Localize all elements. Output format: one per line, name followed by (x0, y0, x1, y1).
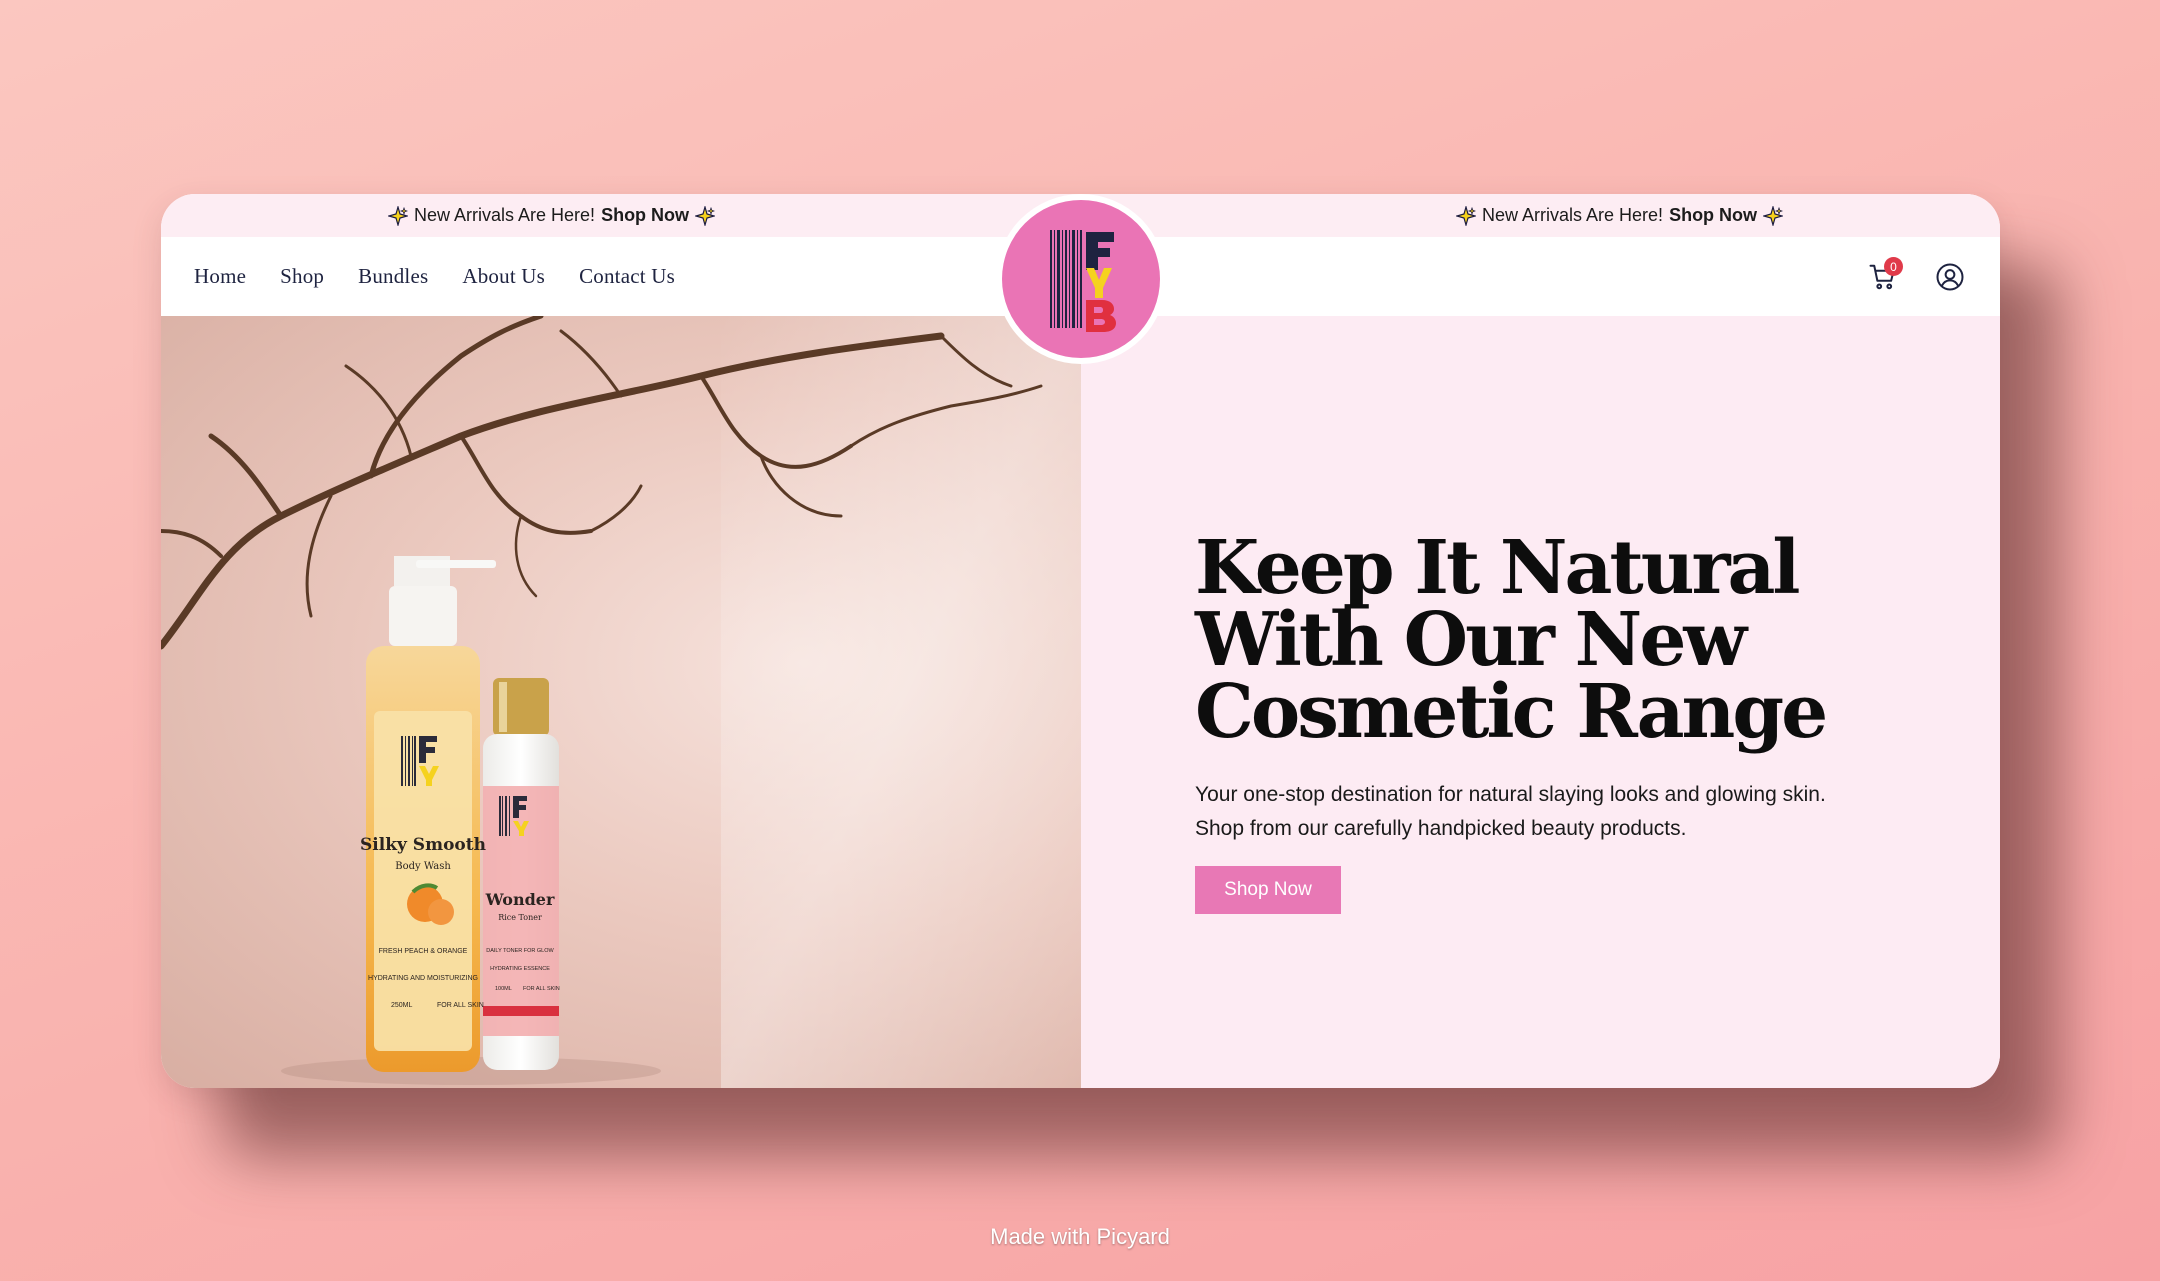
cart-count-badge: 0 (1884, 257, 1903, 276)
sparkle-icon (695, 205, 716, 226)
logo-badge (1002, 200, 1160, 358)
announcement-text: New Arrivals Are Here! (414, 205, 596, 225)
bottle1-note2: HYDRATING AND MOISTURIZING (368, 975, 478, 982)
announcement-shop-link[interactable]: Shop Now (1669, 205, 1757, 226)
bottle1-name: Silky Smooth (360, 835, 486, 855)
bottle1-note1: FRESH PEACH & ORANGE (379, 948, 468, 955)
nav-item-contact-us[interactable]: Contact Us (579, 264, 675, 289)
announcement-left[interactable]: New Arrivals Are Here! Shop Now (388, 205, 716, 226)
nav-item-home[interactable]: Home (194, 264, 246, 289)
bottle2-size: 100ML (495, 986, 512, 992)
sparkle-icon (388, 205, 408, 226)
sparkle-icon (1763, 205, 1784, 226)
cart-button[interactable]: 0 (1861, 255, 1905, 299)
nav-item-shop[interactable]: Shop (280, 264, 324, 289)
announcement-text: New Arrivals Are Here! (1482, 205, 1664, 225)
hero-subtext-line1: Your one-stop destination for natural sl… (1195, 783, 1826, 806)
hero-image: Silky Smooth Body Wash FRESH PEACH & ORA… (161, 316, 1081, 1088)
bottle2-name: Wonder (485, 890, 555, 909)
bottle1-type: Body Wash (395, 861, 451, 872)
hero-subtext-line2: Shop from our carefully handpicked beaut… (1195, 817, 1687, 840)
account-button[interactable] (1928, 255, 1972, 299)
bottle2-note1: DAILY TONER FOR GLOW (486, 948, 554, 954)
brand-logo[interactable] (996, 194, 1166, 364)
announcement-shop-link[interactable]: Shop Now (601, 205, 689, 226)
hero-product-scene: Silky Smooth Body Wash FRESH PEACH & ORA… (161, 316, 1081, 1088)
nav-item-about-us[interactable]: About Us (462, 264, 545, 289)
fyb-logo-mark (1050, 230, 1116, 332)
watermark: Made with Picyard (990, 1224, 1170, 1249)
bottle2-skin: FOR ALL SKIN (523, 986, 560, 992)
bottle1-size: 250ML (391, 1002, 413, 1009)
bottle2-note2: HYDRATING ESSENCE (490, 966, 550, 972)
shop-now-button[interactable]: Shop Now (1195, 866, 1341, 914)
hero-headline: Keep It Natural With Our New Cosmetic Ra… (1195, 525, 1828, 755)
bottle1-skin: FOR ALL SKIN (437, 1002, 484, 1009)
announcement-right[interactable]: New Arrivals Are Here! Shop Now (1456, 205, 1784, 226)
hero-content: Keep It Natural With Our New Cosmetic Ra… (1081, 316, 2000, 1088)
user-account-icon (1936, 263, 1964, 291)
sparkle-icon (1456, 205, 1476, 226)
nav-item-bundles[interactable]: Bundles (358, 264, 428, 289)
bottle2-type: Rice Toner (498, 913, 542, 922)
browser-frame: New Arrivals Are Here! Shop Now New Arri… (161, 194, 2000, 1088)
nav-links: Home Shop Bundles About Us Contact Us (194, 237, 675, 316)
hero-subtext: Your one-stop destination for natural sl… (1195, 778, 1895, 846)
